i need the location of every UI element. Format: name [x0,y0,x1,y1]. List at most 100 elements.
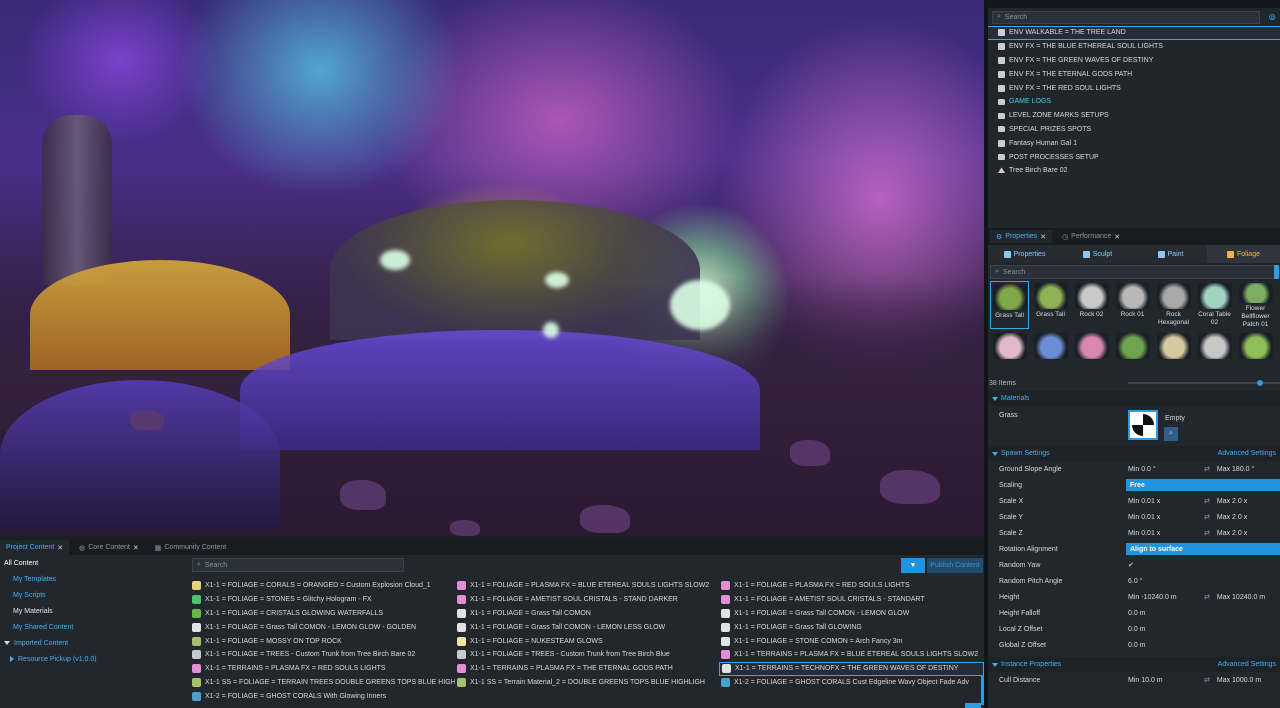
content-asset-item[interactable]: X1-1 = FOLIAGE = TREES - Custom Trunk fr… [455,648,719,662]
tab-core-content[interactable]: ◍ Core Content ✕ [73,540,145,555]
content-asset-item[interactable]: X1-1 = FOLIAGE = MOSSY ON TOP ROCK [190,634,455,648]
scale-z-min-field[interactable]: Min 0.01 x [1128,530,1160,537]
rotation-alignment-dropdown[interactable]: Align to surface [1126,543,1280,555]
link-icon[interactable]: ⇄ [1204,465,1210,473]
hierarchy-search-input[interactable]: ⌕ Search [992,10,1261,24]
hierarchy-item[interactable]: Tree Birch Bare 02 [988,164,1280,178]
content-asset-item[interactable]: X1-1 = FOLIAGE = Grass Tall GLOWING [719,620,984,634]
random-pitch-field[interactable]: 6.0 ° [1128,578,1142,585]
hierarchy-item[interactable]: LEVEL ZONE MARKS SETUPS [988,109,1280,123]
foliage-asset-tile[interactable]: Coral Table 02 [1195,281,1234,329]
hierarchy-item[interactable]: GAME LOGS [988,95,1280,109]
content-scroll-handle[interactable] [965,703,981,708]
hierarchy-item[interactable]: ENV FX = THE RED SOUL LIGHTS [988,81,1280,95]
hierarchy-item[interactable]: ENV FX = THE ETERNAL GODS PATH [988,67,1280,81]
hierarchy-item[interactable]: ENV WALKABLE = THE TREE LAND [988,26,1280,40]
hierarchy-item[interactable]: ENV FX = THE BLUE ETHEREAL SOUL LIGHTS [988,40,1280,54]
scale-x-max-field[interactable]: Max 2.0 x [1217,498,1247,505]
foliage-asset-tile[interactable]: Flower Bellflower Patch 01 [1236,281,1275,329]
advanced-settings-link[interactable]: Advanced Settings [1218,661,1276,668]
foliage-asset-tile[interactable]: Grass Tall [1031,281,1070,329]
height-falloff-field[interactable]: 0.0 m [1128,610,1146,617]
hierarchy-item[interactable]: SPECIAL PRIZES SPOTS [988,123,1280,137]
content-asset-item[interactable]: X1-1 = FOLIAGE = Grass Tall COMON [455,607,719,621]
link-icon[interactable]: ⇄ [1204,529,1210,537]
content-asset-item[interactable]: X1-2 = FOLIAGE = GHOST CORALS With Glowi… [190,689,455,703]
folder-my-templates[interactable]: My Templates [0,571,190,587]
foliage-asset-tile[interactable]: Rock 02 [1072,281,1111,329]
content-asset-item[interactable]: X1-1 = FOLIAGE = Grass Tall COMON - LEMO… [719,607,984,621]
foliage-asset-tile[interactable] [1031,331,1070,377]
content-asset-item[interactable]: X1-1 = FOLIAGE = Grass Tall COMON - LEMO… [455,620,719,634]
tab-project-content[interactable]: Project Content ✕ [0,540,70,555]
scale-y-max-field[interactable]: Max 2.0 x [1217,514,1247,521]
content-asset-item[interactable]: X1-2 = FOLIAGE = GHOST CORALS Cust Edgel… [719,676,984,690]
advanced-settings-link[interactable]: Advanced Settings [1218,450,1276,457]
ground-slope-max-field[interactable]: Max 180.0 ° [1217,466,1254,473]
material-thumbnail[interactable] [1128,410,1158,440]
publish-content-button[interactable]: Publish Content [927,558,983,573]
content-asset-item[interactable]: X1-1 = FOLIAGE = Grass Tall COMON - LEMO… [190,620,455,634]
filter-button[interactable]: ▼ [901,558,925,573]
tool-foliage[interactable]: Foliage [1207,245,1280,263]
content-asset-item[interactable]: X1-1 = FOLIAGE = PLASMA FX = BLUE ETEREA… [455,579,719,593]
tool-paint[interactable]: Paint [1134,245,1207,263]
foliage-asset-tile[interactable] [990,331,1029,377]
scale-x-min-field[interactable]: Min 0.01 x [1128,498,1160,505]
content-asset-item[interactable]: X1-1 = FOLIAGE = AMETIST SOUL CRISTALS -… [719,593,984,607]
content-asset-item[interactable]: X1-1 = FOLIAGE = STONE COMON = Arch Fanc… [719,634,984,648]
tool-properties[interactable]: Properties [988,245,1061,263]
content-asset-item[interactable]: X1-1 = FOLIAGE = AMETIST SOUL CRISTALS -… [455,593,719,607]
hierarchy-item[interactable]: ENV FX = THE GREEN WAVES OF DESTINY [988,54,1280,68]
foliage-asset-tile[interactable]: Grass Tall [990,281,1029,329]
hierarchy-settings-icon[interactable]: ⊚ [1268,12,1276,23]
tab-performance[interactable]: ◷ Performance ✕ [1056,230,1126,243]
link-icon[interactable]: ⇄ [1204,513,1210,521]
link-icon[interactable]: ⇄ [1204,593,1210,601]
tab-community-content[interactable]: ▦ Community Content [149,540,232,555]
foliage-asset-tile[interactable] [1072,331,1111,377]
link-icon[interactable]: ⇄ [1204,497,1210,505]
content-scrollbar[interactable] [981,675,984,705]
folder-my-scripts[interactable]: My Scripts [0,587,190,603]
scale-z-max-field[interactable]: Max 2.0 x [1217,530,1247,537]
random-yaw-checkbox[interactable]: ✔ [1128,561,1134,569]
foliage-asset-tile[interactable] [1195,331,1234,377]
foliage-asset-tile[interactable] [1236,331,1275,377]
hierarchy-item[interactable]: POST PROCESSES SETUP [988,150,1280,164]
content-search-input[interactable]: ⌕ Search [192,558,404,572]
cull-distance-min-field[interactable]: Min 10.0 m [1128,677,1163,684]
content-asset-item[interactable]: X1-1 SS = FOLIAGE = TERRAIN TREES DOUBLE… [190,676,455,690]
foliage-asset-tile[interactable] [1154,331,1193,377]
ground-slope-min-field[interactable]: Min 0.0 ° [1128,466,1156,473]
foliage-asset-tile[interactable] [1113,331,1152,377]
close-icon[interactable]: ✕ [1114,233,1120,241]
scale-y-min-field[interactable]: Min 0.01 x [1128,514,1160,521]
close-icon[interactable]: ✕ [133,544,139,552]
content-asset-item[interactable]: X1-1 = TERRAINS = PLASMA FX = THE ETERNA… [455,662,719,676]
content-asset-item[interactable]: X1-1 = TERRAINS = TECHNOFX = THE GREEN W… [719,661,984,676]
content-asset-item[interactable]: X1-1 = FOLIAGE = CORALS = ORANGED = Cust… [190,579,455,593]
local-z-offset-field[interactable]: 0.0 m [1128,626,1146,633]
folder-imported-content[interactable]: Imported Content [0,635,190,651]
content-asset-item[interactable]: X1-1 = FOLIAGE = STONES = Glitchy Hologr… [190,593,455,607]
foliage-add-button[interactable] [1274,265,1279,279]
close-icon[interactable]: ✕ [1040,233,1046,241]
content-asset-item[interactable]: X1-1 = FOLIAGE = CRISTALS GLOWING WATERF… [190,607,455,621]
hierarchy-item[interactable]: Fantasy Human Gal 1 [988,136,1280,150]
cull-distance-max-field[interactable]: Max 1000.0 m [1217,677,1261,684]
content-asset-item[interactable]: X1-1 = FOLIAGE = NUKESTEAM GLOWS [455,634,719,648]
materials-section-header[interactable]: Materials [988,391,1280,406]
global-z-offset-field[interactable]: 0.0 m [1128,642,1146,649]
folder-resource-pickup[interactable]: Resource Pickup (v1.0.0) [0,651,190,667]
folder-my-materials[interactable]: My Materials [0,603,190,619]
height-max-field[interactable]: Max 10240.0 m [1217,594,1265,601]
content-asset-item[interactable]: X1-1 = TERRAINS = PLASMA FX = RED SOULS … [190,662,455,676]
spawn-settings-section-header[interactable]: Spawn Settings Advanced Settings [988,446,1280,461]
content-asset-item[interactable]: X1-1 = TERRAINS = PLASMA FX = BLUE ETERE… [719,648,984,662]
folder-my-shared-content[interactable]: My Shared Content [0,619,190,635]
link-icon[interactable]: ⇄ [1204,676,1210,684]
foliage-search-input[interactable]: ⌕ Search [990,265,1279,279]
scene-viewport[interactable] [0,0,984,536]
foliage-asset-tile[interactable]: Rock 01 [1113,281,1152,329]
